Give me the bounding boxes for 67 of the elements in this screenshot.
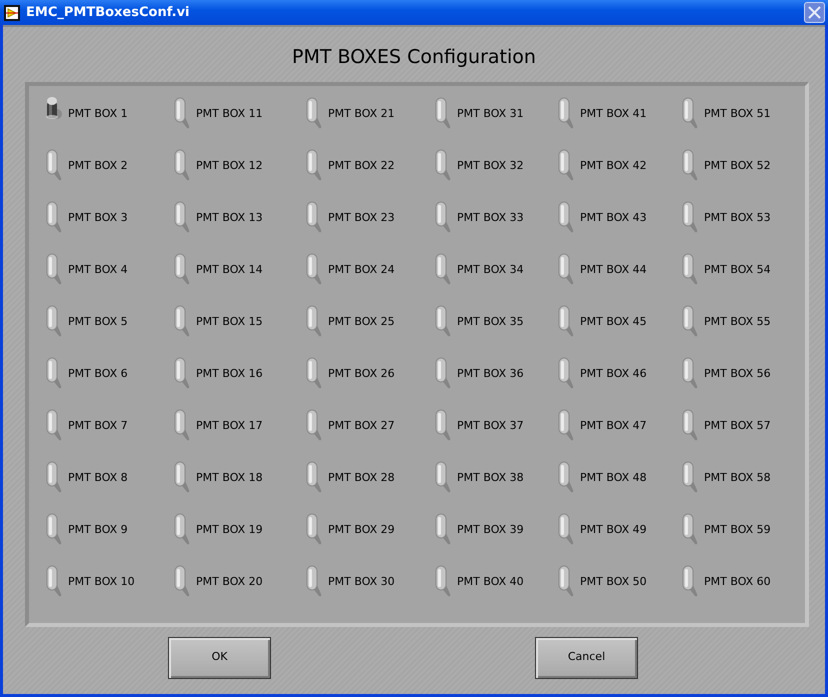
switch-label: PMT BOX 46 [580, 366, 647, 382]
dialog-button[interactable]: OK [168, 636, 271, 678]
switch-label: PMT BOX 37 [457, 418, 524, 434]
switch-label: PMT BOX 38 [457, 470, 524, 486]
switch-label: PMT BOX 9 [68, 522, 128, 538]
switch-label: PMT BOX 48 [580, 470, 647, 486]
switch-label: PMT BOX 19 [196, 522, 263, 538]
switch-label: PMT BOX 52 [704, 158, 771, 174]
switch-label: PMT BOX 15 [196, 314, 263, 330]
switch-label: PMT BOX 10 [68, 574, 135, 590]
switch-label: PMT BOX 20 [196, 574, 263, 590]
switch-label: PMT BOX 41 [580, 106, 647, 122]
close-icon [808, 6, 821, 19]
switch-label: PMT BOX 60 [704, 574, 771, 590]
switch-label: PMT BOX 57 [704, 418, 771, 434]
switch-label: PMT BOX 31 [457, 106, 524, 122]
panel-heading: PMT BOXES Configuration [291, 45, 537, 70]
switch-label: PMT BOX 40 [457, 574, 524, 590]
switch-label: PMT BOX 47 [580, 418, 647, 434]
switch-label: PMT BOX 39 [457, 522, 524, 538]
switch-label: PMT BOX 35 [457, 314, 524, 330]
switch-label: PMT BOX 59 [704, 522, 771, 538]
switch-label: PMT BOX 24 [328, 262, 395, 278]
switch-label: PMT BOX 7 [68, 418, 128, 434]
switch-label: PMT BOX 11 [196, 106, 263, 122]
switch-label: PMT BOX 32 [457, 158, 524, 174]
switch-label: PMT BOX 13 [196, 210, 263, 226]
switch-label: PMT BOX 2 [68, 158, 128, 174]
dialog-button[interactable]: Cancel [535, 636, 638, 678]
switch-label: PMT BOX 51 [704, 106, 771, 122]
switch-label: PMT BOX 56 [704, 366, 771, 382]
switch-label: PMT BOX 1 [68, 106, 128, 122]
switch-label: PMT BOX 8 [68, 470, 128, 486]
switch-label: PMT BOX 22 [328, 158, 395, 174]
switch-label: PMT BOX 27 [328, 418, 395, 434]
switch-label: PMT BOX 50 [580, 574, 647, 590]
switch-label: PMT BOX 42 [580, 158, 647, 174]
switch-label: PMT BOX 45 [580, 314, 647, 330]
switch-label: PMT BOX 49 [580, 522, 647, 538]
switch-label: PMT BOX 25 [328, 314, 395, 330]
switch-label: PMT BOX 21 [328, 106, 395, 122]
app-icon [4, 4, 20, 20]
switch-label: PMT BOX 6 [68, 366, 128, 382]
switch-label: PMT BOX 44 [580, 262, 647, 278]
switch-label: PMT BOX 18 [196, 470, 263, 486]
switch-label: PMT BOX 55 [704, 314, 771, 330]
switch-label: PMT BOX 29 [328, 522, 395, 538]
switch-label: PMT BOX 30 [328, 574, 395, 590]
switch-label: PMT BOX 36 [457, 366, 524, 382]
switch-label: PMT BOX 28 [328, 470, 395, 486]
switch-label: PMT BOX 3 [68, 210, 128, 226]
switch-label: PMT BOX 43 [580, 210, 647, 226]
close-button[interactable] [804, 2, 825, 23]
switch-label: PMT BOX 12 [196, 158, 263, 174]
switch-label: PMT BOX 34 [457, 262, 524, 278]
switch-label: PMT BOX 54 [704, 262, 771, 278]
switch-label: PMT BOX 4 [68, 262, 128, 278]
switch-label: PMT BOX 26 [328, 366, 395, 382]
window-title: EMC_PMTBoxesConf.vi [26, 4, 190, 22]
switch-label: PMT BOX 5 [68, 314, 128, 330]
switch-label: PMT BOX 14 [196, 262, 263, 278]
switch-label: PMT BOX 23 [328, 210, 395, 226]
switch-label: PMT BOX 58 [704, 470, 771, 486]
switch-label: PMT BOX 33 [457, 210, 524, 226]
switch-label: PMT BOX 53 [704, 210, 771, 226]
switch-label: PMT BOX 17 [196, 418, 263, 434]
switch-label: PMT BOX 16 [196, 366, 263, 382]
